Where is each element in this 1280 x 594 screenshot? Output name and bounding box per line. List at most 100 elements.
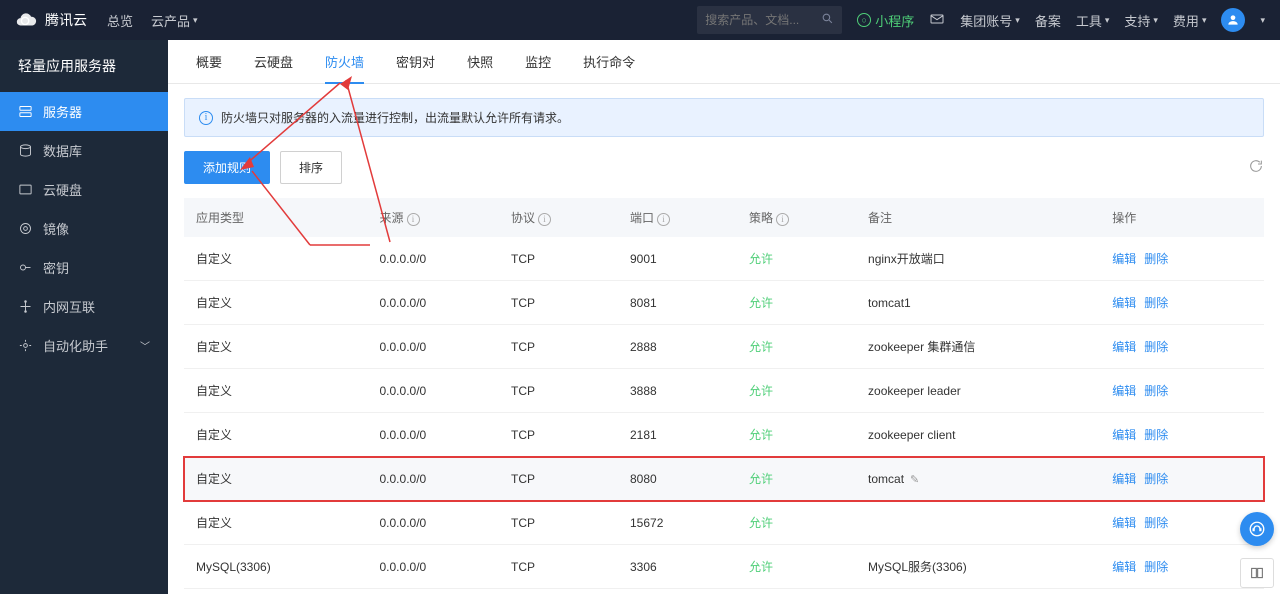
add-rule-button[interactable]: 添加规则 (184, 151, 270, 184)
brand-logo[interactable]: 腾讯云 (15, 9, 87, 31)
search-box[interactable] (697, 6, 842, 34)
nav-products[interactable]: 云产品▾ (151, 11, 198, 30)
edit-link[interactable]: 编辑 (1112, 472, 1136, 486)
cell-policy: 允许 (737, 237, 856, 281)
search-input[interactable] (705, 13, 805, 27)
chevron-down-icon: ▾ (1202, 15, 1207, 26)
mail-icon[interactable] (929, 11, 945, 30)
edit-link[interactable]: 编辑 (1112, 516, 1136, 530)
toolbar: 添加规则 排序 (184, 151, 1264, 184)
cell-source: 0.0.0.0/0 (368, 237, 499, 281)
nav-overview[interactable]: 总览 (107, 11, 133, 30)
help-icon[interactable]: i (538, 213, 551, 226)
search-icon[interactable] (821, 12, 834, 28)
cell-policy: 允许 (737, 457, 856, 501)
fee-menu[interactable]: 费用▾ (1173, 11, 1207, 30)
info-text: 防火墙只对服务器的入流量进行控制，出流量默认允许所有请求。 (221, 109, 569, 126)
cell-actions: 编辑删除 (1100, 281, 1264, 325)
cell-remark: nginx开放端口 (856, 237, 1100, 281)
cell-actions: 编辑删除 (1100, 457, 1264, 501)
top-right: ○小程序 集团账号▾ 备案 工具▾ 支持▾ 费用▾ ▾ (697, 6, 1265, 34)
table-row: 自定义0.0.0.0/0TCP8080允许tomcat✎编辑删除 (184, 457, 1264, 501)
tab-overview[interactable]: 概要 (196, 40, 222, 83)
cell-type: 自定义 (184, 589, 368, 594)
table-row: 自定义0.0.0.0/0TCP3888允许zookeeper leader编辑删… (184, 369, 1264, 413)
cell-remark: tomcat1 (856, 281, 1100, 325)
tabs: 概要 云硬盘 防火墙 密钥对 快照 监控 执行命令 (168, 40, 1280, 84)
user-avatar[interactable] (1221, 8, 1245, 32)
sidebar-item-network[interactable]: 内网互联 (0, 287, 168, 326)
automation-icon (18, 338, 33, 353)
edit-link[interactable]: 编辑 (1112, 340, 1136, 354)
tab-firewall[interactable]: 防火墙 (325, 40, 364, 84)
edit-link[interactable]: 编辑 (1112, 296, 1136, 310)
chevron-down-icon: ﹀ (140, 338, 150, 353)
help-icon[interactable]: i (657, 213, 670, 226)
delete-link[interactable]: 删除 (1144, 340, 1168, 354)
edit-link[interactable]: 编辑 (1112, 384, 1136, 398)
rules-table: 应用类型 来源i 协议i 端口i 策略i 备注 操作 自定义0.0.0.0/0T… (184, 198, 1264, 594)
cell-policy: 允许 (737, 589, 856, 594)
chevron-down-icon: ▾ (1105, 15, 1110, 26)
brand-name: 腾讯云 (45, 10, 87, 30)
support-float-button[interactable] (1240, 512, 1274, 546)
help-icon[interactable]: i (407, 213, 420, 226)
cell-source: 0.0.0.0/0 (368, 501, 499, 545)
col-source: 来源i (368, 198, 499, 237)
cell-port: 8080 (618, 457, 737, 501)
delete-link[interactable]: 删除 (1144, 428, 1168, 442)
cell-actions: 编辑删除 (1100, 413, 1264, 457)
doc-float-button[interactable] (1240, 558, 1274, 588)
sidebar-item-key[interactable]: 密钥 (0, 248, 168, 287)
chevron-down-icon: ▾ (193, 15, 198, 26)
sidebar-item-disk[interactable]: 云硬盘 (0, 170, 168, 209)
cell-type: 自定义 (184, 369, 368, 413)
help-icon[interactable]: i (776, 213, 789, 226)
mini-program-link[interactable]: ○小程序 (857, 11, 914, 30)
account-menu[interactable]: 集团账号▾ (960, 11, 1020, 30)
edit-link[interactable]: 编辑 (1112, 428, 1136, 442)
edit-link[interactable]: 编辑 (1112, 560, 1136, 574)
cell-proto: TCP (499, 545, 618, 589)
pencil-icon[interactable]: ✎ (910, 474, 919, 486)
sort-button[interactable]: 排序 (280, 151, 342, 184)
delete-link[interactable]: 删除 (1144, 472, 1168, 486)
chevron-down-icon: ▾ (1015, 15, 1020, 26)
top-nav: 总览 云产品▾ (107, 11, 198, 30)
delete-link[interactable]: 删除 (1144, 296, 1168, 310)
beian-link[interactable]: 备案 (1035, 11, 1061, 30)
sidebar-item-server[interactable]: 服务器 (0, 92, 168, 131)
support-menu[interactable]: 支持▾ (1124, 11, 1158, 30)
tools-menu[interactable]: 工具▾ (1076, 11, 1110, 30)
cell-remark: zookeeper leader (856, 369, 1100, 413)
cell-policy: 允许 (737, 369, 856, 413)
table-row: 自定义0.0.0.0/0TCP2181允许zookeeper client编辑删… (184, 413, 1264, 457)
tab-keypair[interactable]: 密钥对 (396, 40, 435, 83)
delete-link[interactable]: 删除 (1144, 252, 1168, 266)
database-icon (18, 143, 33, 158)
table-row: 自定义0.0.0.0/0TCP6379允许redis编辑删除 (184, 589, 1264, 594)
sidebar-item-image[interactable]: 镜像 (0, 209, 168, 248)
col-protocol: 协议i (499, 198, 618, 237)
tab-exec[interactable]: 执行命令 (583, 40, 635, 83)
sidebar-item-automation[interactable]: 自动化助手 ﹀ (0, 326, 168, 365)
tab-disk[interactable]: 云硬盘 (254, 40, 293, 83)
sidebar-item-database[interactable]: 数据库 (0, 131, 168, 170)
image-icon (18, 221, 33, 236)
cell-type: 自定义 (184, 325, 368, 369)
delete-link[interactable]: 删除 (1144, 560, 1168, 574)
col-port: 端口i (618, 198, 737, 237)
table-row: 自定义0.0.0.0/0TCP15672允许编辑删除 (184, 501, 1264, 545)
edit-link[interactable]: 编辑 (1112, 252, 1136, 266)
sidebar-title: 轻量应用服务器 (0, 40, 168, 92)
refresh-icon[interactable] (1248, 158, 1264, 177)
tab-monitor[interactable]: 监控 (525, 40, 551, 83)
delete-link[interactable]: 删除 (1144, 516, 1168, 530)
cell-actions: 编辑删除 (1100, 501, 1264, 545)
cell-policy: 允许 (737, 501, 856, 545)
cell-port: 2181 (618, 413, 737, 457)
tab-snapshot[interactable]: 快照 (467, 40, 493, 83)
cell-source: 0.0.0.0/0 (368, 413, 499, 457)
delete-link[interactable]: 删除 (1144, 384, 1168, 398)
chevron-down-icon: ▾ (1153, 15, 1158, 26)
